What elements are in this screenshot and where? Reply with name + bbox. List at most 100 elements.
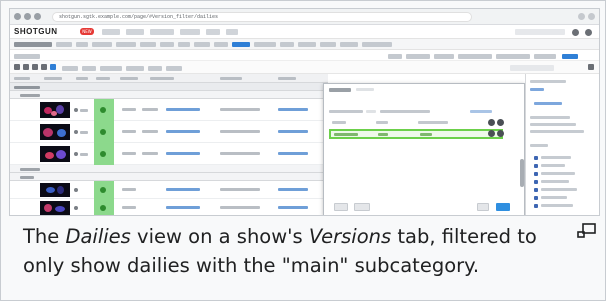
cell-text bbox=[220, 130, 260, 133]
filter-option bbox=[541, 180, 569, 183]
view-label bbox=[14, 54, 40, 59]
cell-text bbox=[220, 152, 260, 155]
filter-option bbox=[541, 196, 567, 199]
checkbox bbox=[534, 172, 538, 176]
cell-text bbox=[220, 188, 260, 191]
approved-icon bbox=[100, 107, 106, 113]
group-header bbox=[10, 83, 328, 91]
checkbox bbox=[534, 164, 538, 168]
cancel-button bbox=[334, 203, 348, 211]
toolbar-item bbox=[166, 66, 182, 71]
cell-link bbox=[278, 108, 308, 111]
grid-header bbox=[10, 74, 328, 83]
view-option bbox=[388, 54, 402, 59]
dailies-toggle bbox=[562, 54, 578, 59]
settings-icon bbox=[588, 64, 594, 70]
cell-text bbox=[122, 152, 136, 155]
checkbox bbox=[534, 156, 538, 160]
grid-search bbox=[510, 65, 554, 71]
browser-toolbar: shotgun.sgtk.example.com/page/#Version_f… bbox=[10, 9, 599, 25]
checkbox bbox=[534, 180, 538, 184]
caption-tab-name: Versions bbox=[308, 225, 392, 248]
tab bbox=[92, 42, 112, 47]
menu-item bbox=[126, 29, 144, 35]
view-option bbox=[406, 54, 430, 59]
filter-match-label bbox=[380, 110, 430, 113]
tab bbox=[340, 42, 358, 47]
view-option bbox=[458, 54, 492, 59]
dialog-option bbox=[356, 88, 374, 91]
filter-field bbox=[332, 121, 346, 124]
thumbnail-frame: shotgun.sgtk.example.com/page/#Version_f… bbox=[0, 0, 606, 301]
cell-link bbox=[166, 188, 200, 191]
view-bar bbox=[10, 50, 599, 61]
view-option bbox=[496, 54, 530, 59]
checkbox bbox=[534, 204, 538, 208]
filter-icon bbox=[41, 64, 47, 70]
version-thumbnail bbox=[40, 183, 70, 197]
version-thumbnail bbox=[40, 124, 70, 140]
cell-link bbox=[278, 152, 308, 155]
status-icon bbox=[74, 130, 78, 134]
approved-icon bbox=[100, 129, 106, 135]
cell-link bbox=[278, 130, 308, 133]
status-icon bbox=[74, 152, 78, 156]
filter-option bbox=[541, 172, 575, 175]
ok-button bbox=[496, 203, 510, 211]
back-icon bbox=[14, 13, 21, 20]
group-label bbox=[20, 94, 40, 97]
tab bbox=[56, 42, 72, 47]
cell-link bbox=[166, 152, 200, 155]
sidebar-link bbox=[530, 88, 544, 91]
subgroup-header bbox=[10, 165, 328, 173]
filter-sidebar bbox=[525, 74, 599, 215]
cell-text bbox=[80, 109, 88, 112]
cell-link bbox=[166, 130, 200, 133]
tab bbox=[362, 42, 392, 47]
sidebar-link bbox=[534, 102, 562, 105]
toolbar-item bbox=[82, 66, 96, 71]
sidebar-text bbox=[530, 123, 576, 126]
project-tabs bbox=[10, 39, 599, 50]
filter-operator bbox=[376, 121, 388, 124]
menu-item bbox=[180, 29, 200, 35]
enlarge-icon[interactable] bbox=[577, 223, 597, 239]
cell-text bbox=[142, 108, 158, 111]
screenshot-thumbnail[interactable]: shotgun.sgtk.example.com/page/#Version_f… bbox=[9, 8, 600, 216]
view-option bbox=[434, 54, 454, 59]
checkbox bbox=[534, 196, 538, 200]
apply-button bbox=[354, 203, 370, 211]
menu-item bbox=[150, 29, 174, 35]
column-header bbox=[14, 77, 30, 80]
grid-view-icon bbox=[14, 64, 20, 70]
app-logo: SHOTGUN bbox=[14, 27, 58, 36]
cell-text bbox=[122, 188, 136, 191]
tab bbox=[76, 42, 88, 47]
column-header bbox=[96, 77, 110, 80]
extension-icon bbox=[578, 13, 585, 20]
tab-versions bbox=[232, 42, 250, 47]
add-icon bbox=[50, 64, 56, 70]
versions-grid bbox=[10, 74, 328, 215]
add-filter-icon bbox=[497, 130, 504, 137]
status-icon bbox=[74, 206, 78, 210]
filter-field bbox=[334, 133, 358, 136]
tab bbox=[178, 42, 190, 47]
filter-dialog bbox=[323, 83, 525, 215]
filter-option bbox=[541, 204, 573, 207]
approved-icon bbox=[100, 151, 106, 157]
cell-link bbox=[278, 206, 308, 209]
filter-match-select bbox=[366, 110, 376, 113]
image-caption: The Dailies view on a show's Versions ta… bbox=[23, 222, 583, 280]
tab bbox=[280, 42, 294, 47]
group-label bbox=[20, 176, 34, 179]
sidebar-title bbox=[530, 80, 566, 83]
search-box bbox=[515, 29, 565, 35]
subgroup-header bbox=[10, 91, 328, 99]
cell-text bbox=[220, 206, 260, 209]
approved-icon bbox=[100, 205, 106, 211]
approved-icon bbox=[100, 187, 106, 193]
column-header bbox=[278, 77, 296, 80]
dialog-title bbox=[329, 88, 351, 92]
column-header bbox=[150, 77, 174, 80]
